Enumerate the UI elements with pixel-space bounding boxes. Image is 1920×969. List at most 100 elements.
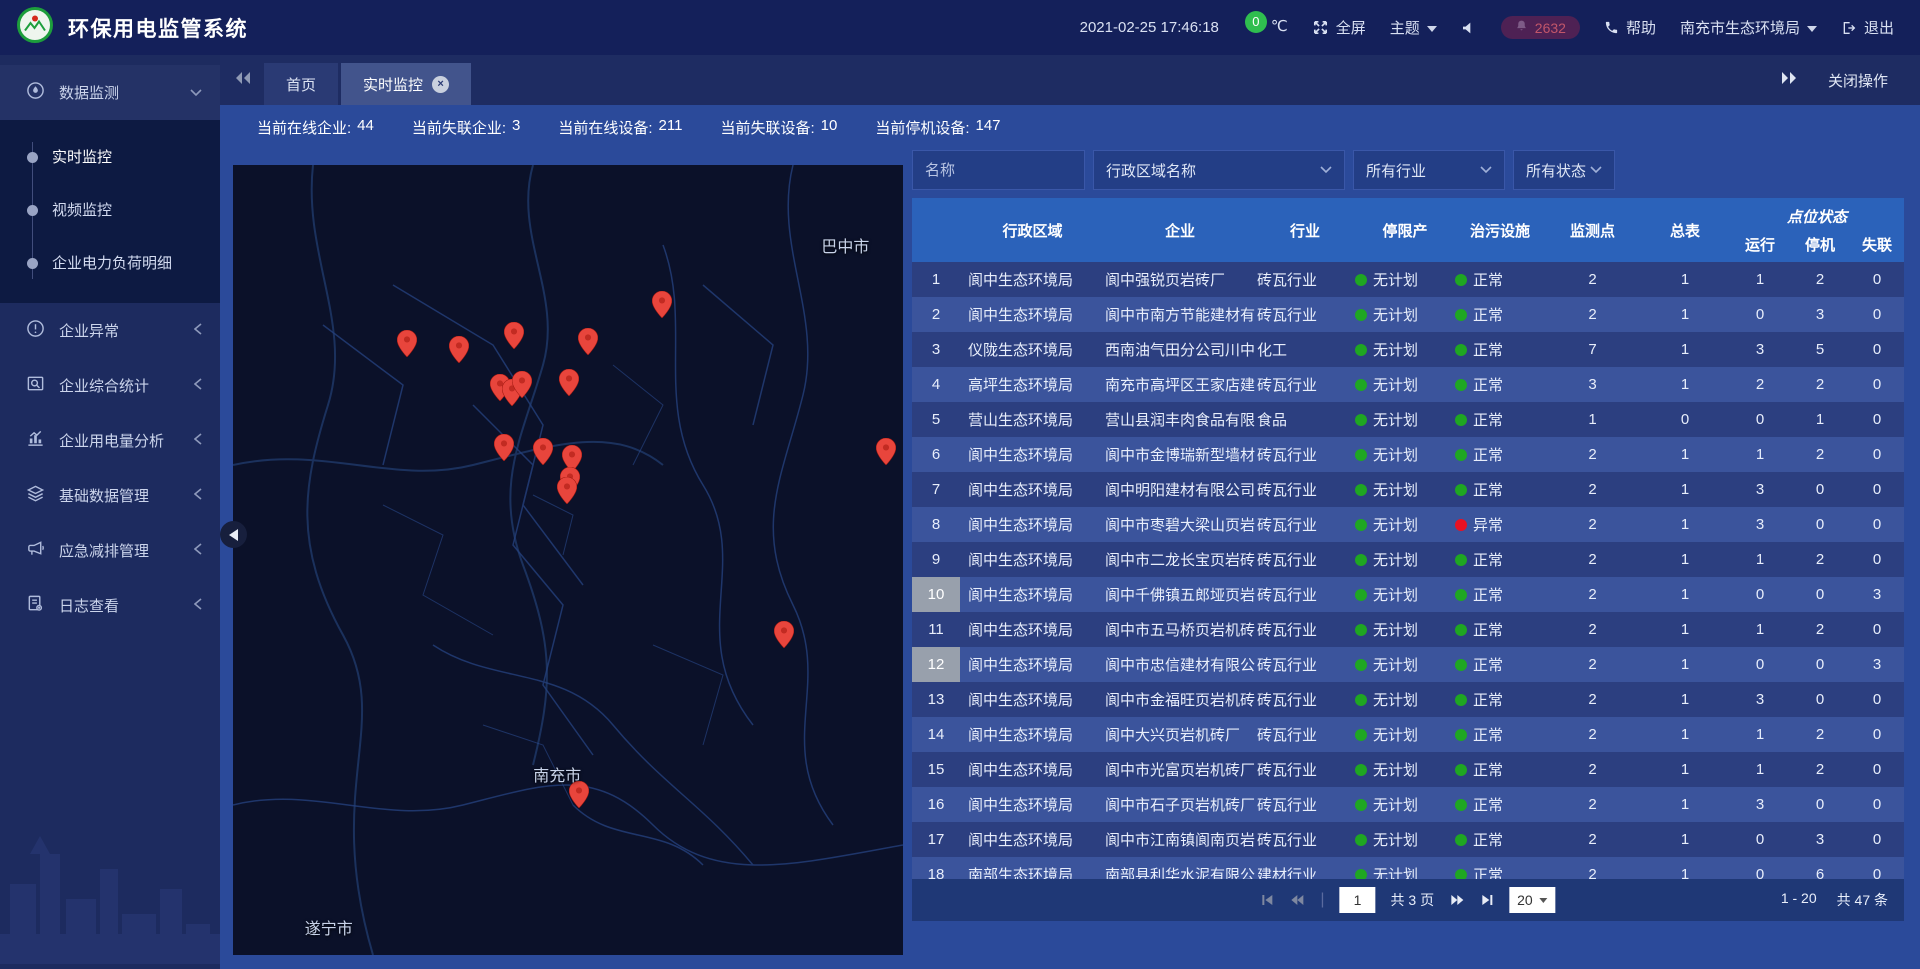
table-row[interactable]: 13 阆中生态环境局 阆中市金福旺页岩机砖 砖瓦行业 无计划 正常 2 1 3 …	[912, 682, 1904, 717]
row-stop: 6	[1790, 857, 1850, 879]
stat-online-companies: 当前在线企业:44	[257, 117, 374, 138]
table-row[interactable]: 17 阆中生态环境局 阆中市江南镇阆南页岩 砖瓦行业 无计划 正常 2 1 0 …	[912, 822, 1904, 857]
sidebar-item-company-abnormal[interactable]: 企业异常	[0, 303, 220, 358]
row-stop: 2	[1790, 717, 1850, 752]
logout-button[interactable]: 退出	[1841, 17, 1894, 38]
row-company: 南部县利华水泥有限公	[1105, 857, 1255, 879]
map-pin-icon[interactable]	[774, 621, 794, 648]
sidebar-item-basic-data[interactable]: 基础数据管理	[0, 468, 220, 523]
row-region: 阆中生态环境局	[960, 507, 1105, 542]
map-pin-icon[interactable]	[397, 330, 417, 357]
close-icon[interactable]: ×	[432, 76, 449, 93]
row-lost: 0	[1850, 332, 1904, 367]
row-run: 0	[1730, 577, 1790, 612]
fullscreen-button[interactable]: 全屏	[1312, 17, 1366, 38]
sound-button[interactable]	[1461, 20, 1477, 36]
map-pin-icon[interactable]	[504, 322, 524, 349]
row-run: 3	[1730, 682, 1790, 717]
row-company: 南充市高坪区王家店建	[1105, 367, 1255, 402]
sidebar-item-realtime-monitor[interactable]: 实时监控	[0, 130, 220, 183]
map-pin-icon[interactable]	[578, 328, 598, 355]
sidebar-item-video-monitor[interactable]: 视频监控	[0, 183, 220, 236]
table-row[interactable]: 7 阆中生态环境局 阆中明阳建材有限公司 砖瓦行业 无计划 正常 2 1 3 0…	[912, 472, 1904, 507]
facility-status-dot	[1455, 449, 1467, 461]
row-meters: 1	[1640, 612, 1730, 647]
row-lost: 0	[1850, 752, 1904, 787]
row-points: 2	[1545, 612, 1640, 647]
first-page-icon[interactable]	[1260, 893, 1274, 907]
prev-page-icon[interactable]	[1289, 893, 1305, 907]
table-row[interactable]: 5 营山生态环境局 营山县润丰肉食品有限 食品 无计划 正常 1 0 0 1 0	[912, 402, 1904, 437]
table-row[interactable]: 10 阆中生态环境局 阆中千佛镇五郎垭页岩 砖瓦行业 无计划 正常 2 1 0 …	[912, 577, 1904, 612]
next-page-icon[interactable]	[1449, 893, 1465, 907]
table-row[interactable]: 9 阆中生态环境局 阆中市二龙长宝页岩砖 砖瓦行业 无计划 正常 2 1 1 2…	[912, 542, 1904, 577]
total-pages-label: 共 3 页	[1391, 890, 1435, 910]
row-company: 阆中市南方节能建材有	[1105, 297, 1255, 332]
page-number-input[interactable]	[1340, 887, 1376, 913]
table-row[interactable]: 12 阆中生态环境局 阆中市忠信建材有限公 砖瓦行业 无计划 正常 2 1 0 …	[912, 647, 1904, 682]
industry-filter-select[interactable]: 所有行业	[1353, 150, 1505, 190]
region-filter-select[interactable]: 行政区域名称	[1093, 150, 1345, 190]
megaphone-icon	[26, 539, 45, 562]
map-pin-icon[interactable]	[512, 371, 532, 398]
notification-badge[interactable]: 2632	[1501, 16, 1580, 39]
tab-home[interactable]: 首页	[264, 63, 338, 105]
facility-status-dot	[1455, 309, 1467, 321]
col-header-stop: 停机	[1790, 226, 1850, 262]
tab-realtime-monitor[interactable]: 实时监控 ×	[341, 63, 471, 105]
row-facility-status: 正常	[1455, 647, 1545, 682]
tabs-scroll-left-icon[interactable]	[234, 71, 252, 90]
table-row[interactable]: 18 南部生态环境局 南部县利华水泥有限公 建材行业 无计划 正常 2 1 0 …	[912, 857, 1904, 879]
row-lost: 3	[1850, 577, 1904, 612]
row-industry: 砖瓦行业	[1255, 717, 1355, 752]
table-row[interactable]: 4 高坪生态环境局 南充市高坪区王家店建 砖瓦行业 无计划 正常 3 1 2 2…	[912, 367, 1904, 402]
table-row[interactable]: 3 仪陇生态环境局 西南油气田分公司川中 化工 无计划 正常 7 1 3 5 0	[912, 332, 1904, 367]
table-row[interactable]: 8 阆中生态环境局 阆中市枣碧大梁山页岩 砖瓦行业 无计划 异常 2 1 3 0…	[912, 507, 1904, 542]
sidebar-item-log-view[interactable]: 日志查看	[0, 578, 220, 633]
map-collapse-handle[interactable]	[220, 521, 247, 548]
row-run: 1	[1730, 437, 1790, 472]
pagination-summary: 1 - 20 共 47 条	[1781, 890, 1888, 910]
limit-status-dot	[1355, 379, 1367, 391]
table-row[interactable]: 11 阆中生态环境局 阆中市五马桥页岩机砖 砖瓦行业 无计划 正常 2 1 1 …	[912, 612, 1904, 647]
theme-dropdown[interactable]: 主题	[1390, 17, 1437, 38]
pagination-controls: | 共 3 页 20	[1260, 887, 1555, 913]
table-row[interactable]: 2 阆中生态环境局 阆中市南方节能建材有 砖瓦行业 无计划 正常 2 1 0 3…	[912, 297, 1904, 332]
sidebar-item-company-statistics[interactable]: 企业综合统计	[0, 358, 220, 413]
map-pin-icon[interactable]	[876, 438, 896, 465]
table-row[interactable]: 15 阆中生态环境局 阆中市光富页岩机砖厂 砖瓦行业 无计划 正常 2 1 1 …	[912, 752, 1904, 787]
map-pin-icon[interactable]	[652, 291, 672, 318]
sidebar-item-emergency-reduction[interactable]: 应急减排管理	[0, 523, 220, 578]
row-industry: 食品	[1255, 402, 1355, 437]
map-pin-icon[interactable]	[559, 369, 579, 396]
status-filter-select[interactable]: 所有状态	[1513, 150, 1615, 190]
right-panel: 行政区域名称 所有行业 所有状态 行政区域 企业 行业	[912, 150, 1904, 921]
header-controls: 2021-02-25 17:46:18 0 ℃ 全屏 主题	[1080, 16, 1894, 39]
row-limit-status: 无计划	[1355, 612, 1455, 647]
close-operations-button[interactable]: 关闭操作	[1828, 70, 1888, 91]
last-page-icon[interactable]	[1480, 893, 1494, 907]
map-panel[interactable]: 巴中市 南充市 遂宁市	[233, 165, 903, 955]
table-row[interactable]: 14 阆中生态环境局 阆中大兴页岩机砖厂 砖瓦行业 无计划 正常 2 1 1 2…	[912, 717, 1904, 752]
row-index: 5	[912, 402, 960, 437]
map-pin-icon[interactable]	[449, 336, 469, 363]
map-pin-icon[interactable]	[494, 434, 514, 461]
name-filter-input[interactable]	[912, 150, 1085, 190]
map-pin-icon[interactable]	[557, 477, 577, 504]
org-dropdown[interactable]: 南充市生态环境局	[1680, 17, 1817, 38]
map-pin-icon[interactable]	[533, 438, 553, 465]
row-index: 6	[912, 437, 960, 472]
help-button[interactable]: 帮助	[1604, 17, 1656, 38]
sidebar-item-power-load-detail[interactable]: 企业电力负荷明细	[0, 236, 220, 289]
page-size-select[interactable]: 20	[1509, 887, 1556, 913]
sidebar: 数据监测 实时监控 视频监控 企业电力负荷明细	[0, 55, 220, 969]
table-row[interactable]: 6 阆中生态环境局 阆中市金博瑞新型墙材 砖瓦行业 无计划 正常 2 1 1 2…	[912, 437, 1904, 472]
table-row[interactable]: 1 阆中生态环境局 阆中强锐页岩砖厂 砖瓦行业 无计划 正常 2 1 1 2 0	[912, 262, 1904, 297]
table-row[interactable]: 16 阆中生态环境局 阆中市石子页岩机砖厂 砖瓦行业 无计划 正常 2 1 3 …	[912, 787, 1904, 822]
facility-status-dot	[1455, 764, 1467, 776]
sidebar-item-power-analysis[interactable]: 企业用电量分析	[0, 413, 220, 468]
sidebar-item-data-monitor[interactable]: 数据监测	[0, 65, 220, 120]
tabs-scroll-right-icon[interactable]	[1780, 71, 1798, 89]
facility-status-dot	[1455, 554, 1467, 566]
top-header: 环保用电监管系统 2021-02-25 17:46:18 0 ℃ 全屏 主题	[0, 0, 1920, 55]
